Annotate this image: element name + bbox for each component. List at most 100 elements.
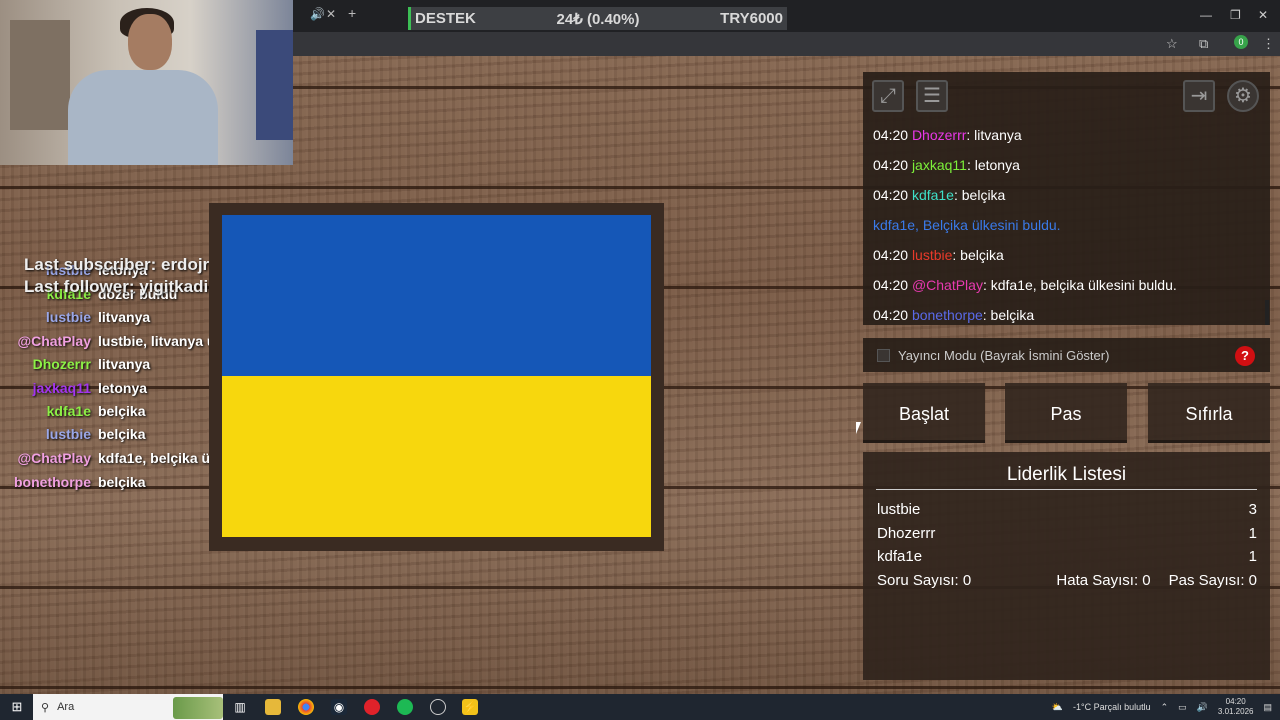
- minimize-icon[interactable]: —: [1200, 8, 1212, 22]
- address-bar[interactable]: [293, 32, 1280, 56]
- spotify-icon[interactable]: [397, 699, 413, 715]
- steam-icon[interactable]: ◉: [331, 699, 347, 715]
- exit-icon[interactable]: ⇥: [1183, 80, 1215, 112]
- document-icon[interactable]: ☰: [916, 80, 948, 112]
- chat-time: 04:20: [873, 307, 909, 323]
- volume-icon[interactable]: 🔊: [1197, 702, 1208, 713]
- chat-text: : belçika: [953, 187, 1006, 203]
- leaderboard-row: lustbie 3: [877, 501, 1257, 518]
- chat-scrollbar[interactable]: [1265, 300, 1269, 325]
- chat-message: 04:20 lustbie: belçika: [873, 243, 1263, 273]
- fullscreen-icon[interactable]: ⤢: [872, 80, 904, 112]
- notification-icon[interactable]: ▤: [1263, 702, 1272, 713]
- last-subscriber: Last subscriber: erdojr: [24, 255, 210, 274]
- overlay-chat-user: bonethorpe: [14, 474, 91, 490]
- leaderboard-score: 1: [1248, 525, 1257, 542]
- leaderboard-title: Liderlik Listesi: [1006, 464, 1127, 485]
- chat-user: @ChatPlay: [911, 277, 983, 293]
- chat-text: : letonya: [966, 157, 1020, 173]
- system-tray: ⛅ -1°C Parçalı bulutlu ⌃ ▭ 🔊 04:20 3.01.…: [1052, 694, 1280, 720]
- weather-text[interactable]: -1°C Parçalı bulutlu: [1073, 702, 1151, 712]
- chat-user: jaxkaq11: [911, 157, 967, 173]
- overlay-chat-user: kdfa1e: [46, 403, 91, 419]
- app-icon[interactable]: ⚡: [462, 699, 478, 715]
- leaderboard-name: kdfa1e: [877, 548, 923, 565]
- streamer-mode-row: Yayıncı Modu (Bayrak İsmini Göster): [863, 338, 1270, 372]
- leaderboard-score: 1: [1248, 548, 1257, 565]
- search-highlight-image: [173, 697, 223, 719]
- pass-button[interactable]: Pas: [1005, 383, 1127, 443]
- opera-icon[interactable]: [364, 699, 380, 715]
- streamer-mode-label: Yayıncı Modu (Bayrak İsmini Göster): [898, 347, 1110, 363]
- menu-kebab-icon[interactable]: ⋮: [1262, 36, 1275, 52]
- chat-time: 04:20: [873, 247, 909, 263]
- chat-message: kdfa1e, Belçika ülkesini buldu.: [873, 213, 1263, 243]
- bookmark-star-icon[interactable]: ☆: [1166, 36, 1178, 52]
- chat-time: 04:20: [873, 277, 909, 293]
- help-button[interactable]: ?: [1235, 346, 1255, 366]
- chat-text: : belçika: [982, 307, 1035, 323]
- chrome-icon[interactable]: [298, 699, 314, 715]
- window-close-icon[interactable]: ✕: [1258, 8, 1268, 22]
- overlay-chat-line: kdfa1e belçika: [0, 403, 146, 419]
- start-button[interactable]: Başlat: [863, 383, 985, 443]
- chat-message: 04:20 @ChatPlay: kdfa1e, belçika ülkesin…: [873, 273, 1263, 303]
- chat-time: 04:20: [873, 127, 909, 143]
- overlay-chat-user: lustbie: [45, 426, 91, 442]
- gear-icon[interactable]: ⚙: [1227, 80, 1259, 112]
- leaderboard-row: Dhozerrr 1: [877, 525, 1257, 542]
- donation-ticker: DESTEK 24₺ (0.40%) TRY6000: [408, 7, 787, 30]
- ticker-name: DESTEK: [415, 10, 476, 27]
- task-view-icon[interactable]: ▥: [232, 699, 248, 715]
- overlay-chat-line: lustbie litvanya: [0, 309, 150, 325]
- overlay-chat-message: letonya: [98, 380, 148, 396]
- overlay-chat-user: @ChatPlay: [17, 333, 91, 349]
- windows-start-icon[interactable]: ⊞: [9, 699, 25, 715]
- leaderboard-stats: Soru Sayısı: 0 Hata Sayısı: 0 Pas Sayısı…: [877, 572, 1257, 589]
- file-explorer-icon[interactable]: [265, 699, 281, 715]
- chat-user: lustbie: [911, 247, 953, 263]
- clock-date: 3.01.2026: [1217, 707, 1254, 716]
- obs-icon[interactable]: [430, 699, 446, 715]
- question-count: Soru Sayısı: 0: [877, 572, 972, 589]
- webcam-feed: [0, 0, 293, 165]
- profile-avatar[interactable]: 0: [1234, 35, 1248, 49]
- chat-message: 04:20 kdfa1e: belçika: [873, 183, 1263, 213]
- overlay-chat-line: Dhozerrr litvanya: [0, 356, 151, 372]
- chat-list: 04:20 Dhozerrr: litvanya 04:20 jaxkaq11: …: [873, 123, 1263, 328]
- new-tab-icon[interactable]: +: [348, 5, 356, 21]
- overlay-chat-user: lustbie: [45, 309, 91, 325]
- weather-icon[interactable]: ⛅: [1052, 702, 1063, 713]
- leaderboard-name: Dhozerrr: [877, 525, 936, 542]
- overlay-chat-line: bonethorpe belçika: [0, 474, 145, 490]
- leaderboard-panel: [863, 452, 1270, 680]
- overlay-chat-message: litvanya: [98, 309, 151, 325]
- restore-icon[interactable]: ❐: [1230, 8, 1241, 22]
- leaderboard-row: kdfa1e 1: [877, 548, 1257, 565]
- mouse-cursor: [856, 422, 861, 434]
- reset-button[interactable]: Sıfırla: [1148, 383, 1270, 443]
- chat-text: Belçika ülkesini buldu.: [918, 217, 1061, 233]
- flag-blue-stripe: [222, 215, 651, 376]
- chat-time: 04:20: [873, 187, 909, 203]
- tray-chevron-icon[interactable]: ⌃: [1161, 702, 1169, 713]
- chat-text: : kdfa1e, belçika ülkesini buldu.: [982, 277, 1177, 293]
- streamer-mode-checkbox[interactable]: [877, 348, 890, 362]
- ticker-value: 24₺ (0.40%): [556, 10, 640, 28]
- network-icon[interactable]: ▭: [1178, 702, 1187, 713]
- search-icon: ⚲: [41, 701, 50, 714]
- chat-text: : litvanya: [966, 127, 1022, 143]
- chat-time: 04:20: [873, 157, 909, 173]
- leaderboard-score: 3: [1248, 501, 1257, 518]
- clock[interactable]: 04:20 3.01.2026: [1218, 697, 1254, 717]
- audio-icon[interactable]: 🔊: [310, 7, 325, 21]
- last-follower: Last follower: yigitkadirs: [24, 277, 225, 296]
- flag-yellow-stripe: [222, 376, 651, 537]
- ticker-goal: TRY6000: [720, 10, 783, 27]
- extensions-icon[interactable]: ⧉: [1199, 36, 1208, 52]
- leaderboard-name: lustbie: [877, 501, 921, 518]
- close-tab-icon[interactable]: ✕: [326, 7, 336, 21]
- error-count: Hata Sayısı: 0: [1056, 572, 1151, 589]
- leaderboard-divider: [876, 489, 1257, 490]
- chat-user: Dhozerrr: [911, 127, 967, 143]
